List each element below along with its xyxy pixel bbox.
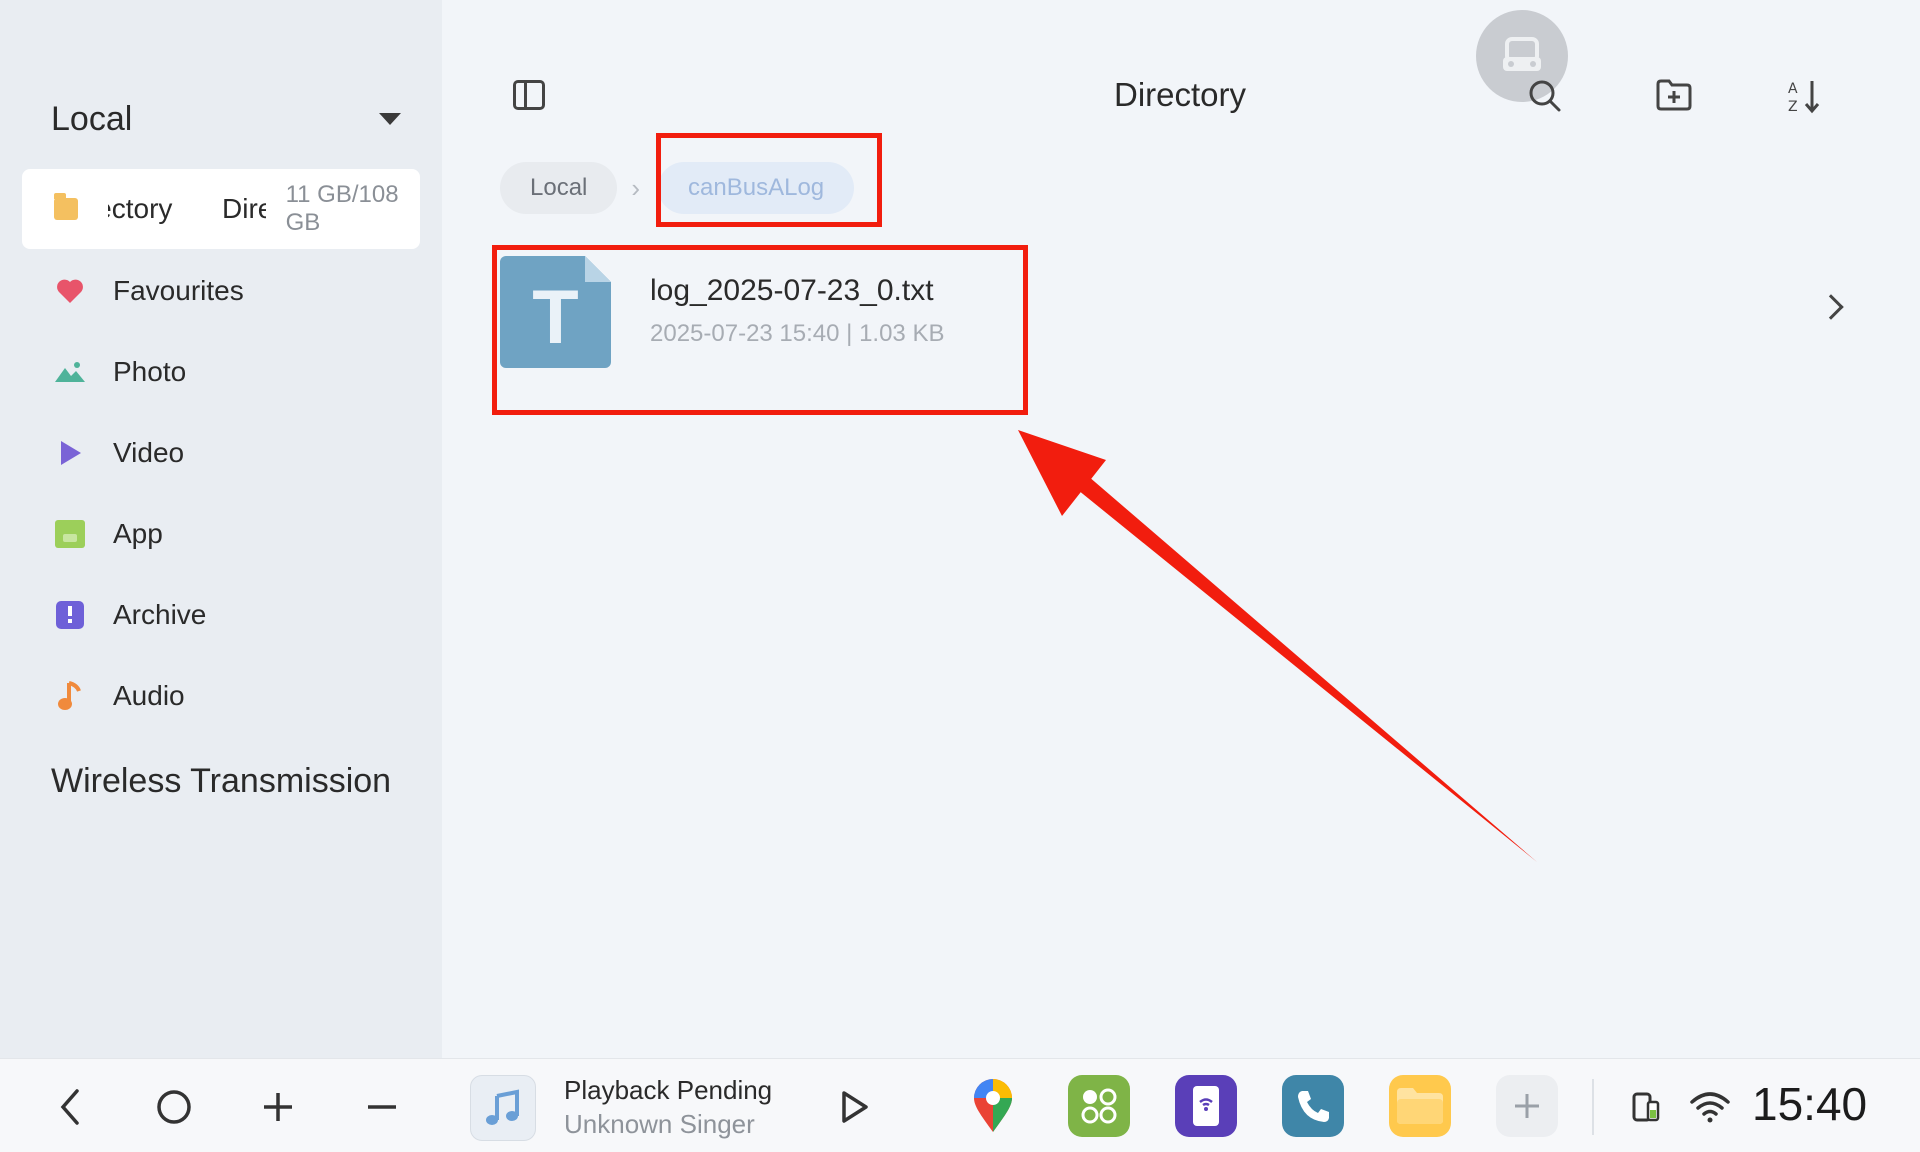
volume-down-icon[interactable] bbox=[356, 1081, 408, 1133]
svg-text:Z: Z bbox=[1788, 99, 1798, 114]
clock: 15:40 bbox=[1752, 1078, 1868, 1130]
sidebar-item-label: Video bbox=[113, 436, 185, 468]
taskbar-divider bbox=[1592, 1079, 1594, 1135]
svg-text:A: A bbox=[1788, 81, 1798, 97]
sidebar: Local Directory Directory 11 GB/108 GB F… bbox=[0, 0, 442, 1058]
music-title: Playback Pending bbox=[564, 1075, 773, 1105]
breadcrumb-separator-icon: › bbox=[631, 172, 641, 203]
sidebar-title: Local bbox=[51, 99, 133, 138]
storage-size: 11 GB/108 GB bbox=[285, 181, 399, 236]
highlight-box-breadcrumb bbox=[656, 133, 882, 227]
sidebar-item-app[interactable]: App bbox=[0, 493, 442, 574]
play-icon[interactable] bbox=[828, 1081, 880, 1133]
archive-icon bbox=[55, 600, 85, 630]
sidebar-item-photo[interactable]: Photo bbox=[0, 331, 442, 412]
music-cover[interactable] bbox=[470, 1075, 536, 1141]
wireless-transmission-link[interactable]: Wireless Transmission bbox=[51, 762, 391, 801]
audio-icon bbox=[55, 680, 85, 711]
toggle-sidebar-icon[interactable] bbox=[513, 80, 545, 110]
breadcrumb-local[interactable]: Local bbox=[500, 162, 618, 214]
new-folder-icon[interactable] bbox=[1656, 78, 1692, 114]
home-icon[interactable] bbox=[148, 1081, 200, 1133]
sidebar-item-archive[interactable]: Archive bbox=[0, 574, 442, 655]
music-artist: Unknown Singer bbox=[564, 1109, 755, 1139]
app-icon bbox=[55, 519, 85, 549]
phone-battery-icon[interactable] bbox=[1620, 1081, 1672, 1133]
caret-down-icon[interactable] bbox=[379, 113, 401, 125]
search-icon[interactable] bbox=[1527, 78, 1563, 114]
wifi-icon[interactable] bbox=[1684, 1081, 1736, 1133]
sidebar-header[interactable]: Local bbox=[51, 96, 401, 142]
storage-name-truncated: Directory bbox=[108, 193, 173, 224]
sidebar-item-label: Audio bbox=[113, 679, 185, 711]
video-icon bbox=[55, 438, 85, 468]
car-icon bbox=[1503, 37, 1541, 71]
highlight-box-file bbox=[492, 245, 1028, 415]
sidebar-item-favourites[interactable]: Favourites bbox=[0, 250, 442, 331]
phone-link-app-icon[interactable] bbox=[1175, 1075, 1237, 1137]
page-title: Directory bbox=[1113, 76, 1247, 113]
sidebar-item-audio[interactable]: Audio bbox=[0, 655, 442, 736]
apps-grid-icon[interactable] bbox=[1068, 1075, 1130, 1137]
sidebar-item-label: Favourites bbox=[113, 274, 244, 306]
taskbar: Playback Pending Unknown Singer 15:40 bbox=[0, 1058, 1920, 1152]
music-note-icon bbox=[486, 1089, 519, 1125]
sidebar-item-label: Archive bbox=[113, 598, 207, 630]
sidebar-item-label: App bbox=[113, 517, 163, 549]
photo-icon bbox=[55, 357, 85, 387]
heart-icon bbox=[55, 276, 85, 306]
storage-name: Directory bbox=[222, 193, 266, 224]
sidebar-category-list: Favourites Photo Video App Archive Audio bbox=[0, 250, 442, 736]
sort-icon[interactable]: AZ bbox=[1786, 78, 1822, 115]
back-icon[interactable] bbox=[44, 1081, 96, 1133]
add-app-icon[interactable] bbox=[1496, 1075, 1558, 1137]
sidebar-item-video[interactable]: Video bbox=[0, 412, 442, 493]
file-manager-app-icon[interactable] bbox=[1389, 1075, 1451, 1137]
folder-icon bbox=[54, 193, 79, 220]
maps-app-icon[interactable] bbox=[962, 1075, 1024, 1137]
sidebar-item-storage[interactable]: Directory Directory 11 GB/108 GB bbox=[22, 169, 420, 249]
sidebar-item-label: Photo bbox=[113, 355, 187, 387]
phone-app-icon[interactable] bbox=[1282, 1075, 1344, 1137]
volume-up-icon[interactable] bbox=[252, 1081, 304, 1133]
chevron-right-icon[interactable] bbox=[1818, 294, 1844, 320]
